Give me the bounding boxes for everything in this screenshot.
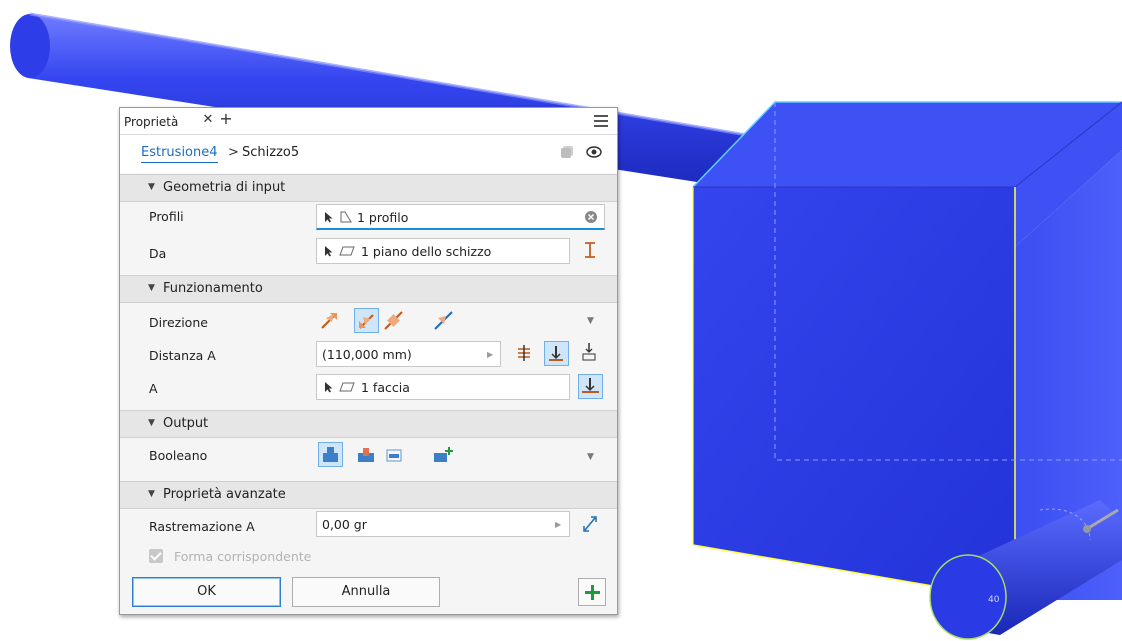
eye-icon[interactable] xyxy=(586,145,602,159)
collapse-arrow-icon: ▼ xyxy=(148,182,155,192)
ok-button[interactable]: OK xyxy=(132,577,281,607)
section-output[interactable]: ▼ Output xyxy=(120,410,617,438)
taper-label: Rastremazione A xyxy=(149,519,255,534)
boolean-dropdown-icon[interactable]: ▼ xyxy=(587,452,594,462)
flip-icon[interactable] xyxy=(582,241,598,259)
profiles-label: Profili xyxy=(149,209,184,224)
profiles-selector[interactable]: 1 profilo xyxy=(316,204,605,230)
close-icon[interactable]: ✕ xyxy=(200,111,216,129)
from-value: 1 piano dello schizzo xyxy=(361,244,492,259)
distance-a-label: Distanza A xyxy=(149,348,216,363)
breadcrumb: Estrusione4 > Schizzo5 xyxy=(120,135,617,173)
section-input-geometry[interactable]: ▼ Geometria di input xyxy=(120,174,617,202)
boolean-label: Booleano xyxy=(149,448,208,463)
section-label: Funzionamento xyxy=(163,281,263,296)
direction-label: Direzione xyxy=(149,315,208,330)
from-label: Da xyxy=(149,246,167,261)
cut-icon[interactable] xyxy=(356,445,376,465)
to-selector[interactable]: 1 faccia xyxy=(316,374,570,400)
intersect-icon[interactable] xyxy=(384,445,404,465)
menu-icon[interactable] xyxy=(594,115,608,127)
plane-icon xyxy=(339,382,355,392)
clear-icon[interactable] xyxy=(585,211,597,223)
match-shape-label: Forma corrispondente xyxy=(174,549,312,564)
taper-flip-icon[interactable] xyxy=(582,515,598,533)
taper-input[interactable]: 0,00 gr ▶ xyxy=(316,511,570,537)
direction-default-icon[interactable] xyxy=(318,308,343,333)
expand-arrow-icon[interactable]: ▶ xyxy=(487,350,493,359)
to-label: A xyxy=(149,381,158,396)
profiles-value: 1 profilo xyxy=(357,210,409,225)
dimension-label: 40 xyxy=(988,595,1000,605)
cancel-button[interactable]: Annulla xyxy=(292,577,440,607)
arrow-pointer-icon xyxy=(325,382,333,393)
breadcrumb-sketch: Schizzo5 xyxy=(242,145,300,160)
direction-symmetric-icon[interactable] xyxy=(381,308,406,333)
arrow-pointer-icon xyxy=(325,212,333,223)
distance-a-input[interactable]: (110,000 mm) ▶ xyxy=(316,341,501,367)
direction-dropdown-icon[interactable]: ▼ xyxy=(587,316,594,326)
section-label: Geometria di input xyxy=(163,180,286,195)
new-solid-icon[interactable] xyxy=(432,445,454,465)
plus-icon[interactable] xyxy=(578,578,606,606)
breadcrumb-feature-link[interactable]: Estrusione4 xyxy=(141,145,218,163)
extent-to-surface-icon[interactable] xyxy=(578,374,603,399)
section-advanced[interactable]: ▼ Proprietà avanzate xyxy=(120,481,617,509)
panel-titlebar: Proprietà ✕ + xyxy=(120,108,617,135)
section-behavior[interactable]: ▼ Funzionamento xyxy=(120,275,617,303)
properties-panel: Proprietà ✕ + Estrusione4 > Schizzo5 ▼ G… xyxy=(119,107,618,615)
arrow-pointer-icon xyxy=(325,246,333,257)
collapse-arrow-icon: ▼ xyxy=(148,283,155,293)
collapse-arrow-icon: ▼ xyxy=(148,489,155,499)
profile-icon xyxy=(340,211,352,223)
section-label: Output xyxy=(163,416,209,431)
match-shape-checkbox[interactable] xyxy=(149,549,163,563)
to-value: 1 faccia xyxy=(361,380,410,395)
taper-value: 0,00 gr xyxy=(322,517,367,532)
tab-properties[interactable]: Proprietà xyxy=(124,113,178,133)
direction-flipped-icon[interactable] xyxy=(354,308,379,333)
pin-icon[interactable] xyxy=(560,145,574,159)
extent-to-icon[interactable] xyxy=(544,341,569,366)
breadcrumb-separator: > xyxy=(228,145,239,160)
extent-to-next-icon[interactable] xyxy=(580,342,598,362)
collapse-arrow-icon: ▼ xyxy=(148,418,155,428)
extent-distance-icon[interactable] xyxy=(516,344,532,362)
expand-arrow-icon[interactable]: ▶ xyxy=(555,520,561,529)
direction-asymmetric-icon[interactable] xyxy=(431,308,456,333)
add-tab-icon[interactable]: + xyxy=(218,110,234,128)
from-selector[interactable]: 1 piano dello schizzo xyxy=(316,238,570,264)
section-label: Proprietà avanzate xyxy=(163,487,286,502)
plane-icon xyxy=(339,246,355,256)
distance-a-value: (110,000 mm) xyxy=(322,347,412,362)
join-icon[interactable] xyxy=(318,442,343,467)
